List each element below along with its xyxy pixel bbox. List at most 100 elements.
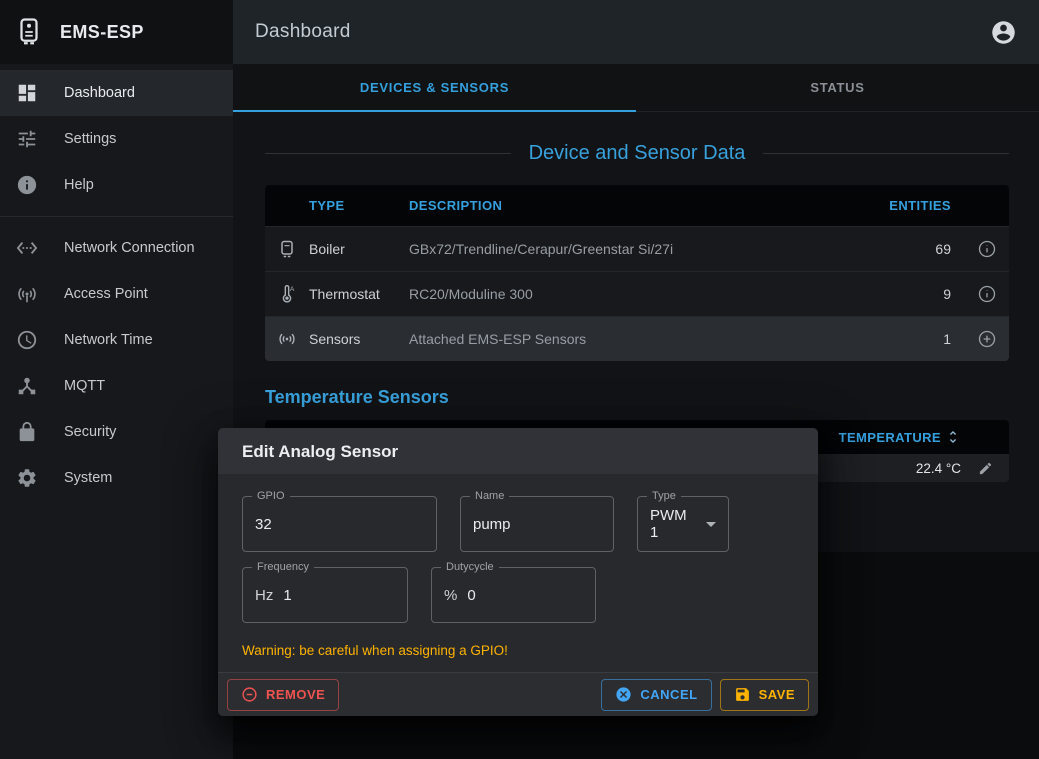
add-circle-icon[interactable] xyxy=(977,329,997,349)
sidebar-item-settings[interactable]: Settings xyxy=(0,116,233,162)
app-brand: EMS-ESP xyxy=(0,0,233,64)
sidebar-item-label: Settings xyxy=(64,131,116,147)
sidebar-item-label: Access Point xyxy=(64,286,148,302)
gpio-input[interactable] xyxy=(255,516,424,533)
gpio-field-label: GPIO xyxy=(252,490,290,502)
gpio-warning-text: Warning: be careful when assigning a GPI… xyxy=(242,643,794,658)
app-title: EMS-ESP xyxy=(60,22,144,43)
name-field[interactable]: Name xyxy=(460,496,614,552)
save-button[interactable]: SAVE xyxy=(720,679,809,711)
header-description: DESCRIPTION xyxy=(409,198,855,213)
table-row-sensors[interactable]: Sensors Attached EMS-ESP Sensors 1 xyxy=(265,316,1009,361)
cell-type: Sensors xyxy=(309,331,409,347)
sidebar-item-help[interactable]: Help xyxy=(0,162,233,208)
save-icon xyxy=(734,686,751,703)
sidebar: EMS-ESP Dashboard Settings Help xyxy=(0,0,233,759)
sidebar-item-dashboard[interactable]: Dashboard xyxy=(0,70,233,116)
sidebar-item-label: Network Connection xyxy=(64,240,195,256)
cancel-button-label: CANCEL xyxy=(640,687,697,702)
info-circle-icon[interactable] xyxy=(977,284,997,304)
cancel-button[interactable]: CANCEL xyxy=(601,679,711,711)
remove-button-label: REMOVE xyxy=(266,687,325,702)
edit-analog-sensor-dialog: Edit Analog Sensor GPIO Name Type PWM 1 … xyxy=(218,428,818,716)
dashboard-icon xyxy=(16,82,38,104)
lock-icon xyxy=(16,421,38,443)
sidebar-item-label: Security xyxy=(64,424,116,440)
tab-devices-sensors[interactable]: DEVICES & SENSORS xyxy=(233,64,636,111)
edit-pencil-icon[interactable] xyxy=(978,461,993,476)
type-select-value: PWM 1 xyxy=(650,507,694,541)
section-header: Device and Sensor Data xyxy=(265,142,1009,165)
header-entities: ENTITIES xyxy=(855,198,965,213)
cell-entities: 9 xyxy=(855,286,965,302)
cell-entities: 1 xyxy=(855,331,965,347)
cell-description: GBx72/Trendline/Cerapur/Greenstar Si/27i xyxy=(409,241,855,257)
dutycycle-field-label: Dutycycle xyxy=(441,561,499,573)
type-field-label: Type xyxy=(647,490,681,502)
cell-type: Boiler xyxy=(309,241,409,257)
cell-description: RC20/Moduline 300 xyxy=(409,286,855,302)
sidebar-item-label: MQTT xyxy=(64,378,105,394)
dialog-actions: REMOVE CANCEL SAVE xyxy=(218,672,818,716)
sidebar-nav: Dashboard Settings Help Network Connecti xyxy=(0,64,233,507)
info-icon xyxy=(16,174,38,196)
remove-circle-icon xyxy=(241,686,258,703)
cell-type: Thermostat xyxy=(309,286,409,302)
tune-icon xyxy=(16,128,38,150)
header-temperature: TEMPERATURE xyxy=(839,430,941,445)
dutycycle-unit: % xyxy=(444,587,457,604)
device-table-header: TYPE DESCRIPTION ENTITIES xyxy=(265,185,1009,226)
thermostat-icon: A xyxy=(277,284,297,304)
sidebar-item-label: Help xyxy=(64,177,94,193)
cell-entities: 69 xyxy=(855,241,965,257)
temperature-sensors-title: Temperature Sensors xyxy=(265,387,1009,408)
table-row-thermostat[interactable]: A Thermostat RC20/Moduline 300 9 xyxy=(265,271,1009,316)
type-select[interactable]: Type PWM 1 xyxy=(637,496,729,552)
section-title: Device and Sensor Data xyxy=(529,142,746,165)
sidebar-item-security[interactable]: Security xyxy=(0,409,233,455)
name-field-label: Name xyxy=(470,490,509,502)
gpio-field[interactable]: GPIO xyxy=(242,496,437,552)
divider-line xyxy=(265,153,511,154)
frequency-input[interactable] xyxy=(283,587,395,604)
frequency-field[interactable]: Frequency Hz xyxy=(242,567,408,623)
frequency-unit: Hz xyxy=(255,587,273,604)
tab-bar: DEVICES & SENSORS STATUS xyxy=(233,64,1039,112)
dialog-title: Edit Analog Sensor xyxy=(218,428,818,474)
sidebar-item-network-time[interactable]: Network Time xyxy=(0,317,233,363)
wifi-tethering-icon xyxy=(16,283,38,305)
save-button-label: SAVE xyxy=(759,687,795,702)
page-title: Dashboard xyxy=(255,21,351,43)
sidebar-item-mqtt[interactable]: MQTT xyxy=(0,363,233,409)
boiler-logo-icon xyxy=(14,17,44,47)
sidebar-item-label: Dashboard xyxy=(64,85,135,101)
remove-button[interactable]: REMOVE xyxy=(227,679,339,711)
dialog-body: GPIO Name Type PWM 1 Frequency Hz Dutycy… xyxy=(218,474,818,672)
frequency-field-label: Frequency xyxy=(252,561,314,573)
header-type: TYPE xyxy=(309,198,409,213)
sort-icon[interactable] xyxy=(945,429,961,445)
boiler-icon xyxy=(277,239,297,259)
table-row-boiler[interactable]: Boiler GBx72/Trendline/Cerapur/Greenstar… xyxy=(265,226,1009,271)
dutycycle-field[interactable]: Dutycycle % xyxy=(431,567,596,623)
topbar: Dashboard xyxy=(233,0,1039,64)
device-table: TYPE DESCRIPTION ENTITIES Boiler GBx72/T… xyxy=(265,185,1009,361)
name-input[interactable] xyxy=(473,516,601,533)
gear-icon xyxy=(16,467,38,489)
sidebar-item-system[interactable]: System xyxy=(0,455,233,501)
dutycycle-input[interactable] xyxy=(467,587,583,604)
cell-description: Attached EMS-ESP Sensors xyxy=(409,331,855,347)
cancel-circle-icon xyxy=(615,686,632,703)
sidebar-item-label: System xyxy=(64,470,112,486)
info-circle-icon[interactable] xyxy=(977,239,997,259)
account-icon[interactable] xyxy=(990,19,1017,46)
sidebar-item-label: Network Time xyxy=(64,332,153,348)
device-hub-icon xyxy=(16,375,38,397)
tab-status[interactable]: STATUS xyxy=(636,64,1039,111)
ethernet-icon xyxy=(16,237,38,259)
sidebar-divider xyxy=(0,216,233,217)
sidebar-item-network-connection[interactable]: Network Connection xyxy=(0,225,233,271)
sidebar-item-access-point[interactable]: Access Point xyxy=(0,271,233,317)
chevron-down-icon xyxy=(706,522,716,527)
svg-text:A: A xyxy=(290,286,295,293)
